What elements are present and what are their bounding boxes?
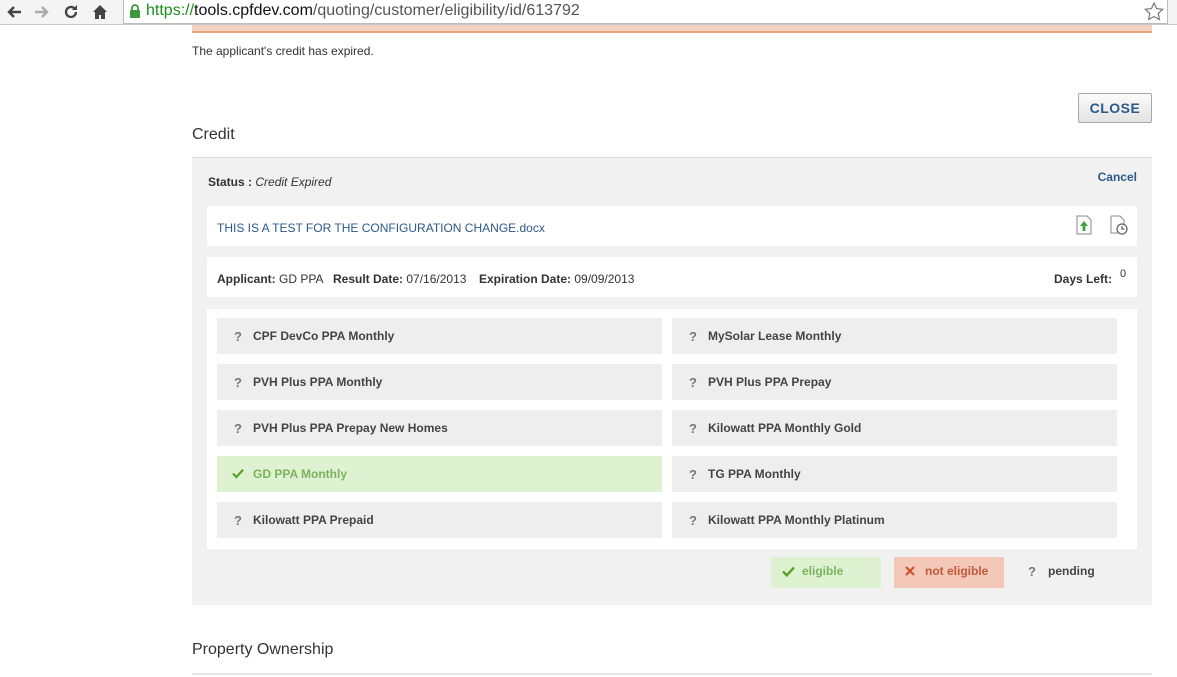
url-scheme: https://	[146, 2, 195, 19]
status-value: Credit Expired	[255, 175, 332, 189]
question-icon: ?	[689, 329, 697, 344]
check-icon	[782, 566, 795, 577]
applicant-field: Applicant: GD PPA	[217, 272, 323, 286]
upload-icon[interactable]	[1075, 215, 1093, 240]
lock-icon	[130, 4, 140, 18]
program-item: ? Kilowatt PPA Monthly Platinum	[672, 502, 1117, 538]
alert-banner	[192, 25, 1152, 33]
back-button[interactable]	[4, 2, 24, 22]
days-left-value: 0	[1120, 268, 1127, 280]
question-icon: ?	[689, 375, 697, 390]
program-label: Kilowatt PPA Monthly Platinum	[708, 513, 885, 527]
document-link[interactable]: THIS IS A TEST FOR THE CONFIGURATION CHA…	[217, 221, 545, 235]
program-label: CPF DevCo PPA Monthly	[253, 329, 395, 343]
program-eligibility-grid: ? CPF DevCo PPA Monthly ? MySolar Lease Mo…	[207, 309, 1137, 549]
program-label: TG PPA Monthly	[708, 467, 801, 481]
days-left-label: Days Left:	[1054, 272, 1113, 286]
arrow-left-icon	[7, 6, 21, 18]
x-icon	[905, 566, 915, 576]
url-text: https://tools.cpfdev.com/quoting/custome…	[146, 2, 580, 20]
home-button[interactable]	[90, 2, 110, 22]
program-item: ? TG PPA Monthly	[672, 456, 1117, 492]
result-date-label: Result Date:	[333, 272, 404, 286]
applicant-label: Applicant:	[217, 272, 276, 286]
credit-panel: Status : Credit Expired Cancel THIS IS A…	[192, 157, 1152, 605]
question-icon: ?	[689, 467, 697, 482]
legend-not-eligible-label: not eligible	[925, 564, 989, 578]
reload-button[interactable]	[61, 2, 81, 22]
expiration-date-field: Expiration Date: 09/09/2013	[479, 272, 634, 286]
program-item: ? MySolar Lease Monthly	[672, 318, 1117, 354]
program-label: PVH Plus PPA Monthly	[253, 375, 383, 389]
browser-toolbar: https://tools.cpfdev.com/quoting/custome…	[0, 0, 1177, 25]
program-item: GD PPA Monthly	[217, 456, 662, 492]
check-icon	[232, 469, 244, 479]
applicant-info-row: Applicant: GD PPA Result Date: 07/16/201…	[207, 257, 1137, 297]
question-icon: ?	[234, 513, 242, 528]
expiration-date-label: Expiration Date:	[479, 272, 572, 286]
document-row: THIS IS A TEST FOR THE CONFIGURATION CHA…	[207, 206, 1137, 246]
credit-status: Status : Credit Expired	[208, 175, 331, 189]
question-icon: ?	[234, 421, 242, 436]
legend-eligible-label: eligible	[802, 564, 844, 578]
program-item: ? PVH Plus PPA Monthly	[217, 364, 662, 400]
alert-message: The applicant's credit has expired.	[192, 44, 374, 58]
status-label: Status :	[208, 175, 253, 189]
credit-section-title: Credit	[192, 126, 235, 143]
program-label: GD PPA Monthly	[253, 467, 347, 481]
program-label: MySolar Lease Monthly	[708, 329, 842, 343]
legend-pending-label: pending	[1048, 564, 1095, 578]
program-item: ? PVH Plus PPA Prepay	[672, 364, 1117, 400]
section-divider	[192, 673, 1152, 675]
property-section-title: Property Ownership	[192, 641, 334, 658]
expiration-date-value: 09/09/2013	[574, 272, 635, 286]
close-button[interactable]: CLOSE	[1078, 93, 1152, 123]
program-item: ? Kilowatt PPA Monthly Gold	[672, 410, 1117, 446]
forward-button[interactable]	[32, 2, 52, 22]
url-host: tools.cpfdev.com	[194, 2, 313, 19]
result-date-field: Result Date: 07/16/2013	[333, 272, 466, 286]
legend-not-eligible: not eligible	[894, 557, 1004, 588]
program-item: ? PVH Plus PPA Prepay New Homes	[217, 410, 662, 446]
legend-pending: ? pending	[1017, 557, 1107, 588]
reload-icon	[64, 5, 78, 19]
applicant-value: GD PPA	[279, 272, 324, 286]
question-icon: ?	[689, 421, 697, 436]
program-item: ? CPF DevCo PPA Monthly	[217, 318, 662, 354]
history-icon[interactable]	[1109, 215, 1129, 240]
question-icon: ?	[689, 513, 697, 528]
program-item: ? Kilowatt PPA Prepaid	[217, 502, 662, 538]
result-date-value: 07/16/2013	[406, 272, 467, 286]
legend-eligible: eligible	[771, 557, 881, 588]
question-icon: ?	[234, 329, 242, 344]
star-icon[interactable]	[1144, 2, 1164, 21]
question-icon: ?	[234, 375, 242, 390]
question-icon: ?	[1028, 564, 1036, 579]
program-label: PVH Plus PPA Prepay New Homes	[253, 421, 448, 435]
program-label: Kilowatt PPA Prepaid	[253, 513, 374, 527]
program-label: Kilowatt PPA Monthly Gold	[708, 421, 862, 435]
program-label: PVH Plus PPA Prepay	[708, 375, 832, 389]
arrow-right-icon	[35, 6, 49, 18]
home-icon	[93, 5, 107, 19]
cancel-link[interactable]: Cancel	[1098, 170, 1137, 184]
url-path: /quoting/customer/eligibility/id/613792	[312, 2, 580, 19]
address-bar[interactable]: https://tools.cpfdev.com/quoting/custome…	[123, 0, 1168, 24]
